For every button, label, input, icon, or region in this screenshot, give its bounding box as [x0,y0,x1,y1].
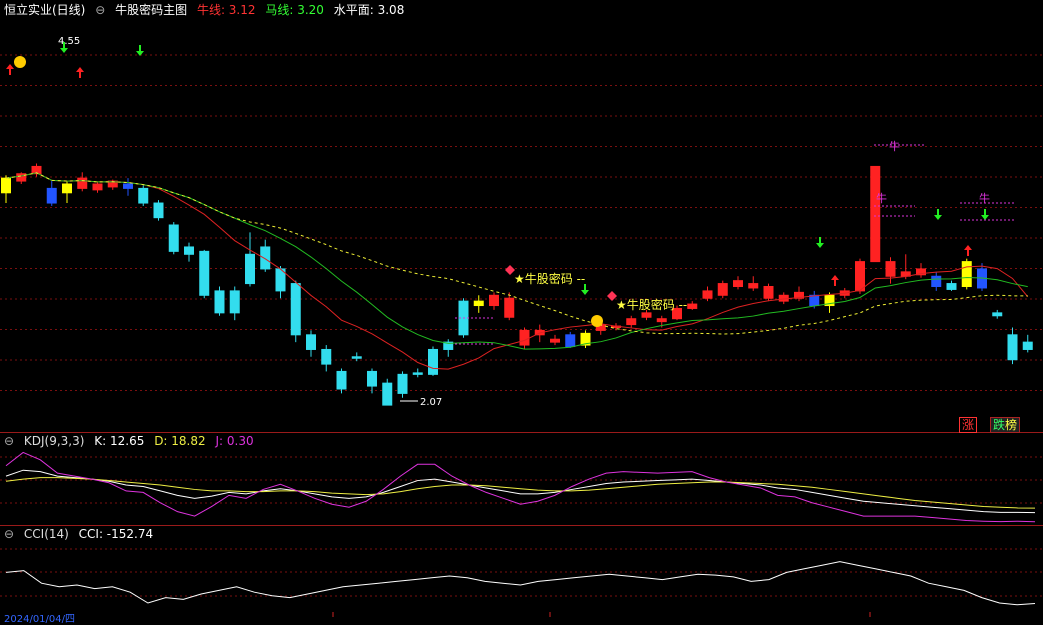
candle-body [641,312,652,318]
candle-body [1007,334,1018,361]
sell-arrow-icon [136,45,144,56]
candle-body [168,224,179,252]
kdj-k-line [5,469,1036,514]
cci-lines [5,561,1036,606]
candle-body [733,280,743,287]
candle-body [77,177,88,189]
buy-arrow-icon [6,64,14,75]
candle-body [229,290,240,314]
candle-body [946,283,957,290]
candle-body [885,261,896,277]
candle-body [184,246,194,255]
candle-body [428,348,438,375]
candle-body [62,183,72,194]
sell-arrow-icon [981,209,989,220]
smiley-icon [14,56,26,68]
annotations: 4.552.07★牛股密码 --★牛股密码 --牛 牛牛 [6,36,1015,408]
buy-arrow-icon [964,245,972,256]
candle-body [717,283,728,296]
candle-body [46,187,57,204]
candle-body [504,297,515,318]
candle-body [321,348,332,365]
candle-body [1,177,11,194]
candle-body [397,373,408,394]
buy-arrow-icon [831,275,839,286]
sell-arrow-icon [934,209,942,220]
kdj-lines [5,451,1036,523]
candle-body [382,382,393,406]
buy-arrow-icon [76,67,84,78]
candle-body [412,372,423,375]
niu-marker-1: 牛 [876,191,887,205]
candle-body [214,290,225,314]
candle-body [656,318,667,323]
candle-body [336,370,347,390]
candle-body [351,356,362,359]
candle-body [473,300,484,307]
candle-body [290,283,301,336]
candle-body [260,246,271,270]
candle-body [92,183,103,191]
candle-body [489,294,499,307]
candle-body [138,187,149,204]
kline-chart[interactable]: 4.552.07★牛股密码 --★牛股密码 --牛 牛牛 [0,0,1043,617]
sell-arrow-icon [816,237,824,248]
cci-line [5,561,1036,606]
candle-body [702,290,713,299]
candle-body [153,202,164,219]
candle-body [565,334,576,348]
candle-body [931,275,942,287]
candle-body [519,329,530,346]
low-price-label: 2.07 [420,397,442,408]
candle-body [992,312,1003,317]
candle-body [123,183,133,189]
candle-body [855,261,865,292]
kdj-d-line [5,477,1036,509]
candle-body [367,370,377,387]
candle-body [626,318,637,326]
candle-body [199,250,210,296]
signal-label-1: ★牛股密码 -- [514,271,585,286]
kdj-j-line [5,451,1036,523]
candle-body [550,338,560,343]
signal-label-2: ★牛股密码 -- [616,297,687,312]
candle-body [870,165,881,263]
high-price-label: 4.55 [58,36,80,47]
candle-body [306,334,316,350]
niu-marker-3: 牛 [889,139,900,153]
candle-body [748,283,759,289]
candle-body [961,261,972,288]
candle-body [809,294,820,307]
candle-body [763,286,774,299]
candle-body [687,303,698,309]
smiley-icon [591,315,603,327]
candle-body [1022,341,1033,350]
candle-body [245,253,255,285]
